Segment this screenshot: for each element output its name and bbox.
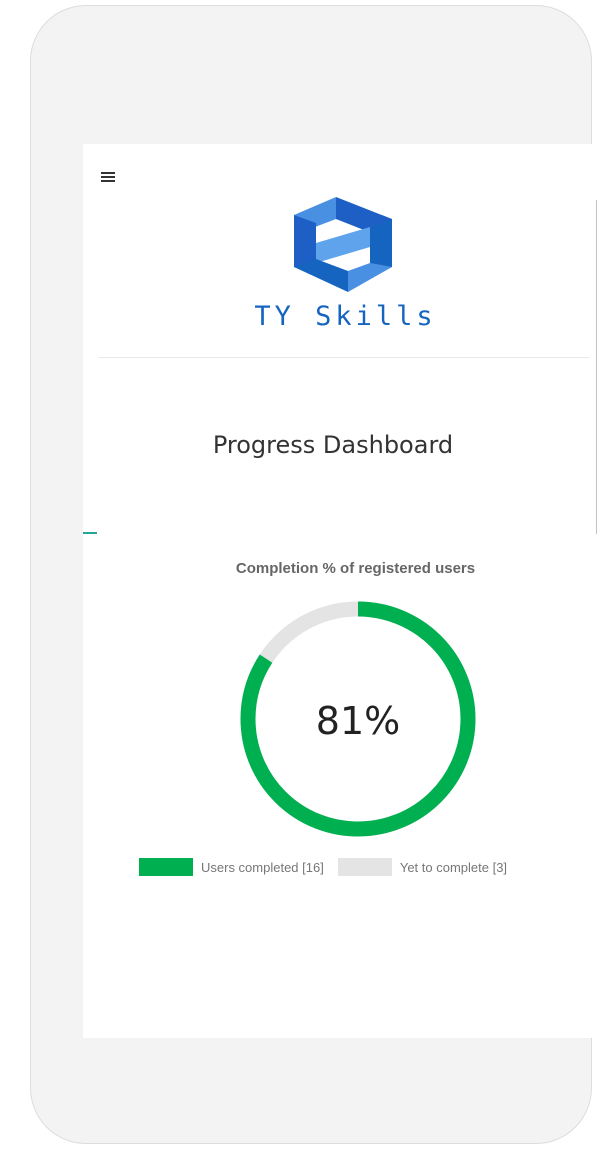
menu-bar xyxy=(101,176,115,178)
brand-name[interactable]: TY Skills xyxy=(83,301,597,332)
page-content: TY Skills Progress Dashboard Completion … xyxy=(83,144,590,1038)
legend-label-completed: Users completed [16] xyxy=(201,859,324,875)
app-screen: TY Skills Progress Dashboard Completion … xyxy=(83,144,597,1038)
page-title: Progress Dashboard xyxy=(212,431,454,459)
chart-legend: Users completed [16] Yet to complete [3] xyxy=(139,858,507,876)
hamburger-menu-icon[interactable] xyxy=(101,172,115,182)
phone-frame: TY Skills Progress Dashboard Completion … xyxy=(30,5,597,1144)
stacked-cube-logo-icon xyxy=(294,197,392,292)
vertical-scrollbar[interactable]: ▲ ▼ xyxy=(590,144,597,1038)
accent-line xyxy=(83,532,97,534)
legend-label-pending: Yet to complete [3] xyxy=(399,859,508,875)
menu-bar xyxy=(101,172,115,174)
legend-swatch-completed xyxy=(139,858,193,876)
legend-item-yet-to-complete[interactable]: Yet to complete [3] xyxy=(337,858,508,876)
header-divider xyxy=(99,357,589,358)
legend-swatch-pending xyxy=(337,858,392,876)
chart-title: Completion % of registered users xyxy=(235,560,476,577)
completion-percentage: 81% xyxy=(315,699,401,743)
legend-item-users-completed[interactable]: Users completed [16] xyxy=(139,858,324,876)
menu-bar xyxy=(101,180,115,182)
